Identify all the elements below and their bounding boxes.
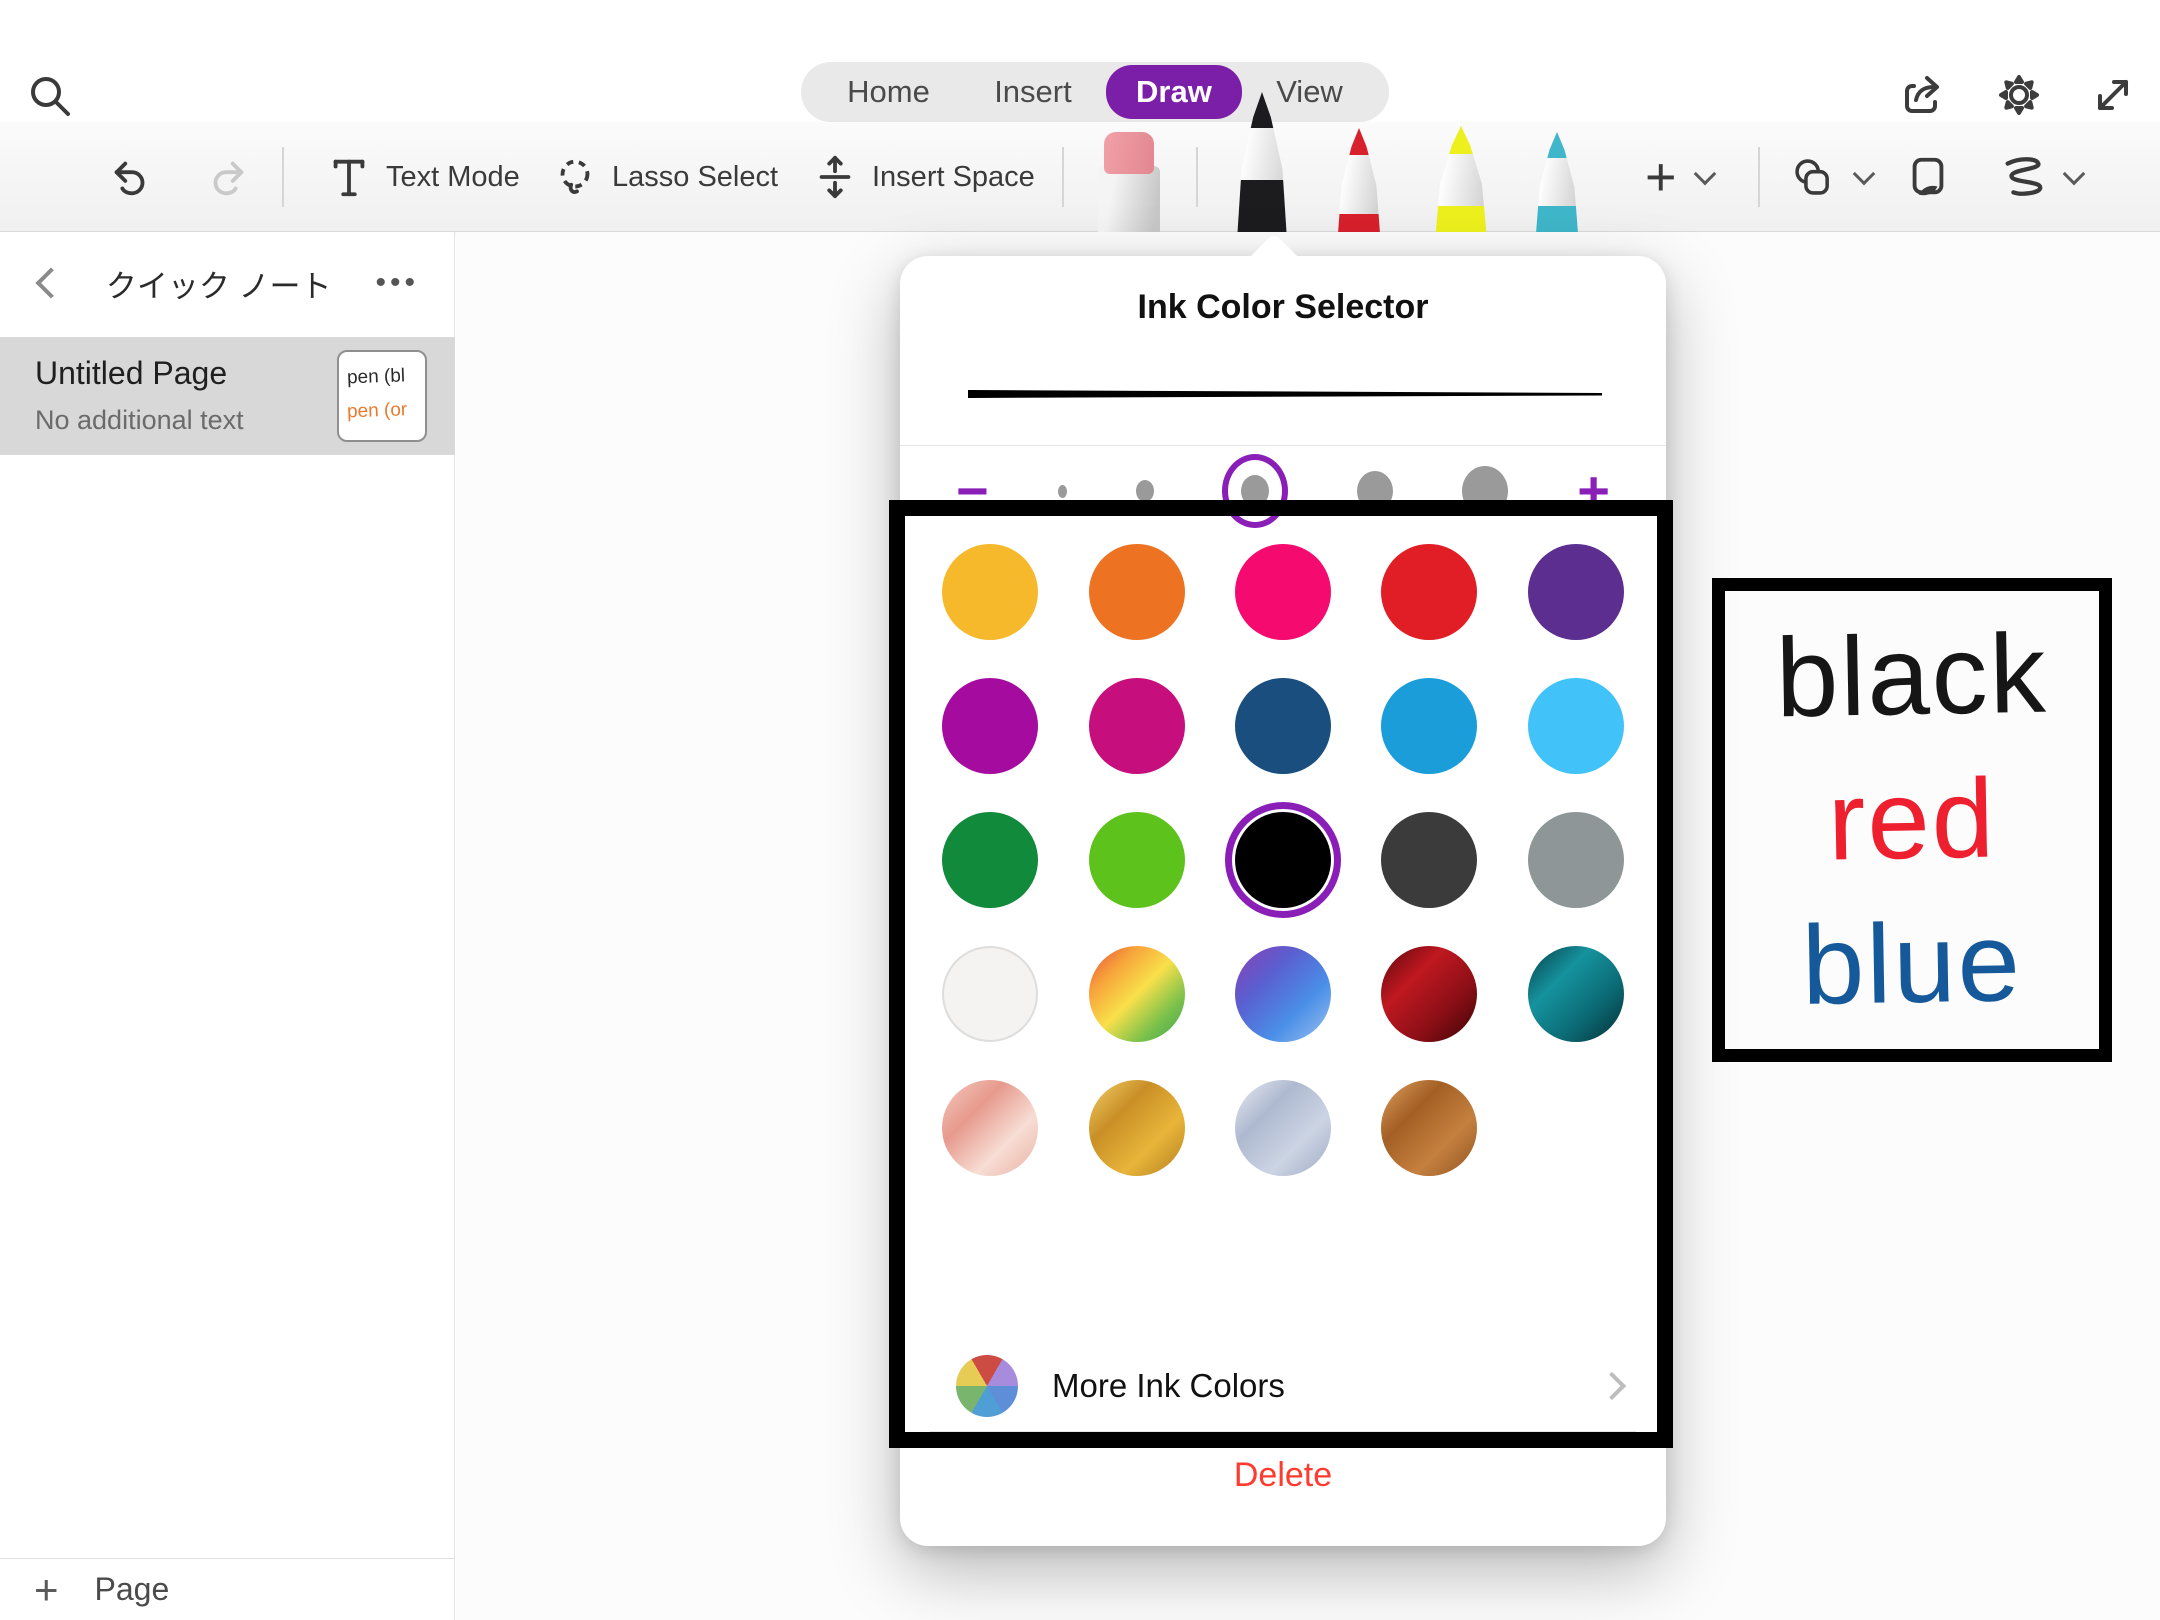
lasso-select-label: Lasso Select: [612, 161, 778, 194]
insert-space-button[interactable]: Insert Space: [812, 122, 1035, 232]
thickness-dot-1[interactable]: [1058, 487, 1067, 496]
thumbnail-ink-line: pen (bl: [346, 359, 425, 396]
thumbnail-ink-line: pen (or: [346, 393, 425, 430]
toolbar-divider: [282, 147, 284, 207]
redo-button[interactable]: [204, 122, 250, 232]
annotation-rect-color-grid: [889, 500, 1673, 1448]
app-header: HomeInsertDrawView: [0, 0, 2160, 122]
lasso-select-button[interactable]: Lasso Select: [552, 122, 778, 232]
stroke-preview: [964, 384, 1602, 404]
expand-icon[interactable]: [2088, 70, 2138, 120]
page-subtitle: No additional text: [35, 405, 244, 436]
delete-pen-button[interactable]: Delete: [900, 1456, 1666, 1495]
search-icon[interactable]: [26, 72, 74, 120]
toolbar-divider: [1062, 147, 1064, 207]
plus-icon: +: [34, 1569, 59, 1611]
ink-to-text-button[interactable]: [1905, 122, 1951, 232]
pen-red[interactable]: [1330, 128, 1388, 232]
handwriting-group: blackredblue: [1712, 578, 2112, 1062]
tab-draw[interactable]: Draw: [1106, 65, 1242, 119]
popup-title: Ink Color Selector: [900, 288, 1666, 327]
ellipsis-menu-icon[interactable]: •••: [375, 266, 419, 300]
share-icon[interactable]: [1900, 70, 1950, 120]
page-list-item[interactable]: Untitled Page No additional text pen (bl…: [0, 337, 455, 455]
add-page-button[interactable]: + Page: [0, 1558, 455, 1620]
tab-insert[interactable]: Insert: [964, 65, 1102, 119]
pages-sidebar: クイック ノート ••• Untitled Page No additional…: [0, 232, 455, 1620]
text-mode-label: Text Mode: [386, 161, 520, 194]
chevron-down-icon: [1693, 163, 1716, 186]
undo-button[interactable]: [108, 122, 154, 232]
pen-tray: [1080, 122, 1640, 232]
tab-home[interactable]: Home: [817, 65, 960, 119]
shapes-button[interactable]: [1790, 122, 1872, 232]
handwriting-black: black: [1775, 606, 2049, 747]
pen-black[interactable]: [1228, 92, 1296, 232]
notebook-title: クイック ノート: [62, 261, 375, 306]
highlighter-yellow[interactable]: [1426, 126, 1496, 232]
handwriting-blue: blue: [1801, 894, 2023, 1034]
add-pen-button[interactable]: +: [1645, 122, 1713, 232]
thickness-dot-2[interactable]: [1136, 482, 1154, 500]
chevron-down-icon: [2063, 163, 2086, 186]
pencil-teal[interactable]: [1528, 132, 1586, 232]
chevron-down-icon: [1853, 163, 1876, 186]
settings-gear-icon[interactable]: [1994, 70, 2044, 120]
ink-replay-button[interactable]: [2000, 122, 2082, 232]
page-title: Untitled Page: [35, 355, 227, 392]
eraser[interactable]: [1098, 132, 1160, 232]
ribbon-tabbar: HomeInsertDrawView: [801, 62, 1389, 122]
insert-space-label: Insert Space: [872, 161, 1035, 194]
handwriting-red: red: [1827, 751, 1997, 890]
page-thumbnail: pen (blpen (or: [337, 350, 427, 442]
text-mode-button[interactable]: Text Mode: [326, 122, 520, 232]
toolbar-divider: [1758, 147, 1760, 207]
